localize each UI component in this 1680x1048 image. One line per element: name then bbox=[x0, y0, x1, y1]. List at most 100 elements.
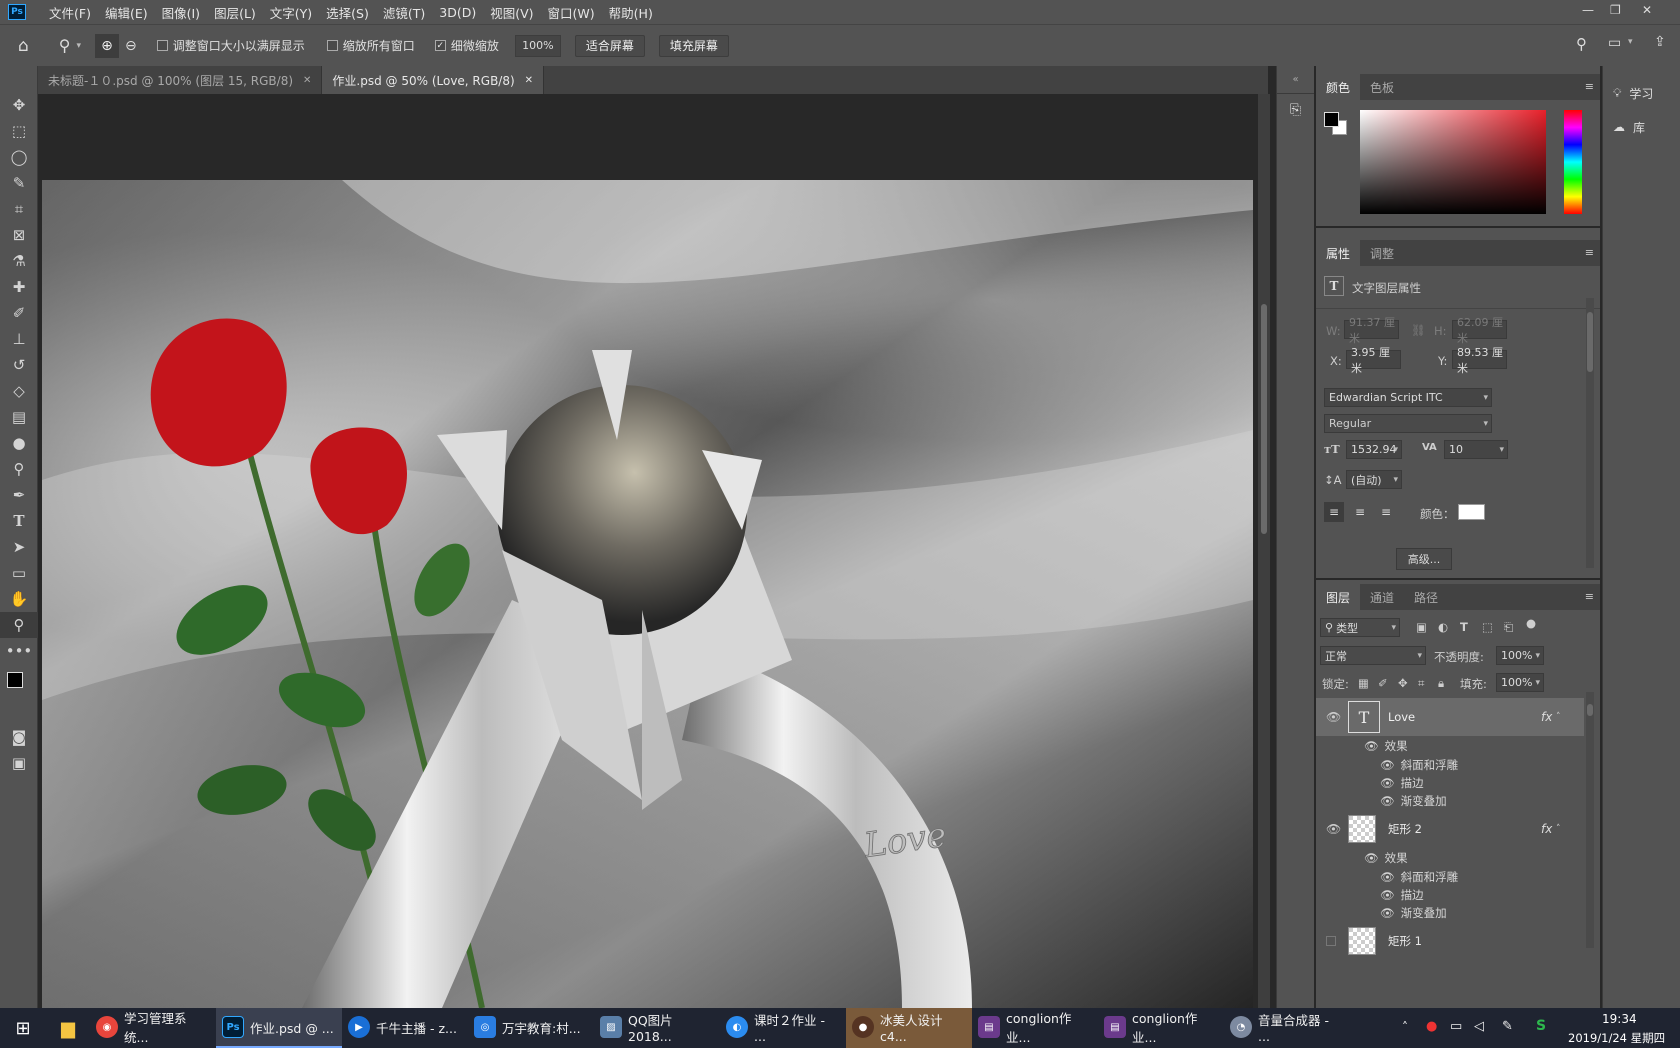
chevron-down-icon[interactable]: ▾ bbox=[1628, 37, 1633, 47]
more-tools-icon[interactable]: ••• bbox=[0, 638, 38, 664]
rectangle-tool-icon[interactable]: ▭ bbox=[0, 560, 38, 586]
checkbox-icon[interactable] bbox=[326, 40, 338, 51]
visibility-eye-icon[interactable]: 👁︎ bbox=[1364, 739, 1379, 753]
panel-menu-icon[interactable]: ≡ bbox=[1585, 590, 1594, 603]
font-family-select[interactable]: Edwardian Script ITC ▾ bbox=[1324, 388, 1492, 407]
canvas-vertical-scrollbar[interactable] bbox=[1258, 94, 1270, 1008]
chevron-up-icon[interactable]: ˄ bbox=[1556, 824, 1561, 834]
y-field[interactable]: 89.53 厘米 bbox=[1452, 346, 1507, 375]
visibility-eye-icon[interactable]: 👁︎ bbox=[1326, 710, 1341, 724]
close-icon[interactable]: ✕ bbox=[525, 75, 533, 86]
menu-file[interactable]: 文件(F) bbox=[42, 3, 98, 22]
tab-channels[interactable]: 通道 bbox=[1360, 584, 1404, 610]
checkbox-icon[interactable] bbox=[156, 40, 168, 51]
layer-row-rect-1[interactable]: 矩形 1 bbox=[1316, 922, 1584, 960]
taskbar-volume-mixer[interactable]: ◔ 音量合成器 - ... bbox=[1224, 1008, 1350, 1048]
crop-tool-icon[interactable]: ⌗ bbox=[0, 196, 38, 222]
visibility-eye-icon[interactable]: 👁︎ bbox=[1326, 822, 1341, 836]
zoom-tool-preset-icon[interactable]: ⚲ bbox=[59, 36, 71, 55]
tray-app-icon[interactable]: ● bbox=[1426, 1019, 1437, 1034]
panel-menu-icon[interactable]: ≡ bbox=[1585, 80, 1594, 93]
align-right-icon[interactable]: ≡ bbox=[1376, 502, 1396, 522]
layer-row-love[interactable]: 👁︎ T Love fx ˄ bbox=[1316, 698, 1584, 736]
lock-all-icon[interactable]: 🔒︎ bbox=[1438, 676, 1444, 691]
scrollbar-thumb[interactable] bbox=[1261, 304, 1267, 534]
menu-type[interactable]: 文字(Y) bbox=[263, 3, 319, 22]
lock-transparent-icon[interactable]: ▦ bbox=[1358, 676, 1369, 690]
history-brush-tool-icon[interactable]: ↺ bbox=[0, 352, 38, 378]
zoom-all-windows-checkbox[interactable]: 缩放所有窗口 bbox=[326, 37, 415, 54]
lock-pixels-icon[interactable]: ✐ bbox=[1378, 676, 1388, 690]
blur-tool-icon[interactable]: ● bbox=[0, 430, 38, 456]
font-style-select[interactable]: Regular ▾ bbox=[1324, 414, 1492, 433]
menu-3d[interactable]: 3D(D) bbox=[432, 5, 483, 20]
workspace-icon[interactable]: ▭ bbox=[1608, 35, 1621, 51]
gradient-tool-icon[interactable]: ▤ bbox=[0, 404, 38, 430]
panel-menu-icon[interactable]: ≡ bbox=[1585, 246, 1594, 259]
hand-tool-icon[interactable]: ✋ bbox=[0, 586, 38, 612]
filter-toggle-icon[interactable]: ● bbox=[1526, 616, 1536, 630]
tab-paths[interactable]: 路径 bbox=[1404, 584, 1448, 610]
fx-icon[interactable]: fx bbox=[1541, 710, 1552, 724]
height-field[interactable]: 62.09 厘米 bbox=[1452, 316, 1507, 345]
filter-adjustment-icon[interactable]: ◐ bbox=[1438, 620, 1448, 634]
hue-slider[interactable] bbox=[1564, 110, 1582, 214]
effect-bevel-emboss[interactable]: 👁︎ 斜面和浮雕 bbox=[1380, 867, 1458, 886]
home-icon[interactable]: ⌂ bbox=[18, 36, 29, 56]
path-select-tool-icon[interactable]: ➤ bbox=[0, 534, 38, 560]
eyedropper-tool-icon[interactable]: ⚗ bbox=[0, 248, 38, 274]
properties-scrollbar[interactable] bbox=[1586, 298, 1594, 568]
tab-adjustments[interactable]: 调整 bbox=[1360, 240, 1404, 266]
advanced-button[interactable]: 高级... bbox=[1396, 548, 1452, 570]
visibility-eye-icon[interactable]: 👁︎ bbox=[1380, 794, 1395, 808]
scrubby-zoom-checkbox[interactable]: ✓ 细微缩放 bbox=[434, 37, 499, 54]
chevron-down-icon[interactable]: ▾ bbox=[77, 41, 82, 51]
restore-icon[interactable]: ❐ bbox=[1610, 3, 1621, 17]
lasso-tool-icon[interactable]: ◯ bbox=[0, 144, 38, 170]
zoom-tool-icon[interactable]: ⚲ bbox=[0, 612, 38, 638]
type-tool-icon[interactable]: T bbox=[0, 508, 38, 534]
taskbar-homework[interactable]: ◐ 课时２作业 - ... bbox=[720, 1008, 846, 1048]
taskbar-photoshop[interactable]: Ps 作业.psd @ ... bbox=[216, 1008, 342, 1048]
align-left-icon[interactable]: ≡ bbox=[1324, 502, 1344, 522]
lock-artboard-icon[interactable]: ⌗ bbox=[1418, 676, 1424, 691]
move-tool-icon[interactable]: ✥ bbox=[0, 92, 38, 118]
network-icon[interactable]: ▭ bbox=[1450, 1019, 1462, 1034]
link-icon[interactable]: ⛓ bbox=[1411, 323, 1426, 337]
tab-untitled-10[interactable]: 未标题-１０.psd @ 100% (图层 15, RGB/8) ✕ bbox=[38, 66, 323, 94]
minimize-icon[interactable]: — bbox=[1582, 3, 1594, 17]
tab-layers[interactable]: 图层 bbox=[1316, 584, 1361, 610]
layer-row-rect-2[interactable]: 👁︎ 矩形 2 fx ˄ bbox=[1316, 810, 1584, 848]
leading-field[interactable]: (自动) ▾ bbox=[1346, 470, 1402, 489]
effects-group-rect-2[interactable]: 👁︎ 效果 bbox=[1364, 848, 1408, 867]
clone-stamp-tool-icon[interactable]: ⊥ bbox=[0, 326, 38, 352]
learn-button[interactable]: 💡︎ 学习 bbox=[1603, 76, 1680, 110]
history-panel-icon[interactable]: ⎘ bbox=[1286, 102, 1306, 124]
taskbar-conglion-2[interactable]: ▤ conglion作业... bbox=[1098, 1008, 1224, 1048]
taskbar-conglion-1[interactable]: ▤ conglion作业... bbox=[972, 1008, 1098, 1048]
effects-group-love[interactable]: 👁︎ 效果 bbox=[1364, 736, 1408, 755]
color-field[interactable] bbox=[1360, 110, 1546, 214]
checkmark-icon[interactable]: ✓ bbox=[434, 40, 446, 51]
lock-position-icon[interactable]: ✥ bbox=[1398, 676, 1408, 690]
menu-edit[interactable]: 编辑(E) bbox=[98, 3, 155, 22]
align-center-icon[interactable]: ≡ bbox=[1350, 502, 1370, 522]
filter-shape-icon[interactable]: ⬚ bbox=[1482, 620, 1493, 634]
taskbar-chrome[interactable]: ◉ 学习管理系统... bbox=[90, 1008, 216, 1048]
pen-tool-icon[interactable]: ✒ bbox=[0, 482, 38, 508]
menu-image[interactable]: 图像(I) bbox=[155, 3, 207, 22]
menu-layer[interactable]: 图层(L) bbox=[207, 3, 263, 22]
zoom-in-icon[interactable]: ⊕ bbox=[95, 33, 120, 58]
tab-homework[interactable]: 作业.psd @ 50% (Love, RGB/8) ✕ bbox=[322, 66, 545, 94]
dodge-tool-icon[interactable]: ⚲ bbox=[0, 456, 38, 482]
pen-icon[interactable]: ✎ bbox=[1502, 1019, 1513, 1034]
taskbar-qianniu[interactable]: ▶ 千牛主播 - z... bbox=[342, 1008, 468, 1048]
filter-pixel-icon[interactable]: ▣ bbox=[1416, 620, 1427, 634]
tab-properties[interactable]: 属性 bbox=[1316, 240, 1361, 266]
taskbar-qq-image[interactable]: ▨ QQ图片2018... bbox=[594, 1008, 720, 1048]
fill-screen-button[interactable]: 填充屏幕 bbox=[658, 34, 729, 57]
brush-tool-icon[interactable]: ✐ bbox=[0, 300, 38, 326]
visibility-toggle-empty[interactable] bbox=[1326, 936, 1336, 946]
filter-smart-object-icon[interactable]: ⎗ bbox=[1504, 620, 1513, 635]
clock-date[interactable]: 2019/1/24 星期四 bbox=[1568, 1030, 1665, 1046]
